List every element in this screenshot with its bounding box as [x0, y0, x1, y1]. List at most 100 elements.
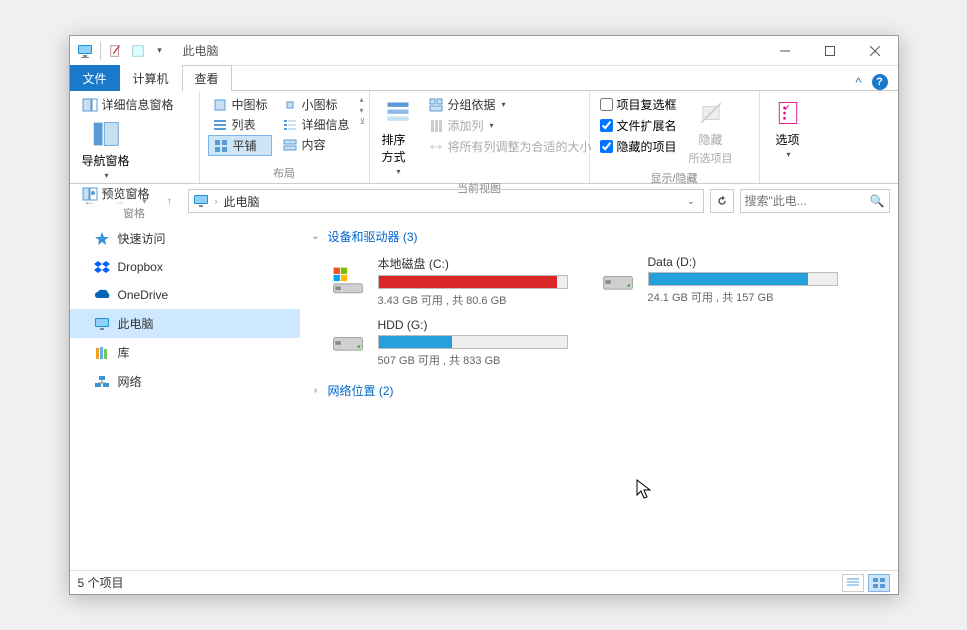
content-icon	[282, 137, 298, 153]
divider	[100, 42, 101, 60]
options-button[interactable]: 选项 ▾	[768, 95, 808, 161]
quick-access-toolbar: ▾	[70, 42, 169, 60]
sidebar-item-dropbox[interactable]: Dropbox	[70, 253, 300, 281]
chevron-down-icon[interactable]: ⌄	[687, 196, 695, 207]
properties-icon[interactable]	[107, 42, 125, 60]
drive-icon	[328, 255, 368, 308]
chevron-right-icon[interactable]: ›	[215, 196, 218, 206]
checkbox[interactable]	[600, 119, 613, 132]
details-pane-button[interactable]: 详细信息窗格	[78, 95, 178, 114]
qat-blank[interactable]	[129, 42, 147, 60]
drive-icon	[328, 318, 368, 368]
tiles-button[interactable]: 平铺	[208, 135, 272, 156]
chevron-right-icon[interactable]: ›	[310, 385, 322, 396]
drive-item[interactable]: HDD (G:)507 GB 可用 , 共 833 GB	[328, 318, 578, 368]
item-checkboxes-toggle[interactable]: 项目复选框	[598, 95, 679, 114]
collapse-ribbon-icon[interactable]: ^	[855, 75, 861, 90]
search-box[interactable]: 🔍	[740, 189, 890, 213]
navigation-pane-button[interactable]: 导航窗格 ▾	[78, 116, 134, 182]
explorer-window: ▾ 此电脑 文件 计算机 查看 ^ ? 详细信息窗格	[69, 35, 899, 595]
section-network-locations[interactable]: › 网络位置 (2)	[310, 378, 888, 403]
close-button[interactable]	[853, 36, 898, 66]
network-icon	[94, 374, 110, 390]
drive-icon	[598, 255, 638, 308]
recent-locations-button[interactable]: ▾	[138, 189, 152, 213]
group-by-button[interactable]: 分组依据▾	[424, 95, 596, 114]
navigation-pane-icon	[90, 118, 122, 150]
this-pc-icon	[193, 193, 209, 209]
group-by-icon	[428, 97, 444, 113]
sidebar-item-network[interactable]: 网络	[70, 367, 300, 396]
section-devices[interactable]: ⌄ 设备和驱动器 (3)	[310, 224, 888, 249]
ribbon-group-panes: 详细信息窗格 导航窗格 ▾ 预览窗格 窗格	[70, 91, 200, 183]
drives-list: 本地磁盘 (C:)3.43 GB 可用 , 共 80.6 GB Data (D:)…	[310, 249, 888, 378]
back-button[interactable]: ←	[78, 189, 102, 213]
chevron-down-icon: ▾	[105, 171, 109, 180]
up-button[interactable]: ↑	[158, 189, 182, 213]
ribbon-tabs: 文件 计算机 查看 ^ ?	[70, 66, 898, 90]
address-bar: ← → ▾ ↑ › 此电脑 ⌄ 🔍	[70, 184, 898, 218]
details-pane-icon	[82, 97, 98, 113]
tab-view[interactable]: 查看	[182, 65, 232, 91]
window-title: 此电脑	[183, 42, 219, 59]
tiles-icon	[213, 138, 229, 154]
drive-stats: 24.1 GB 可用 , 共 157 GB	[648, 289, 848, 305]
scroll-down-icon[interactable]: ▾	[360, 106, 366, 115]
search-icon[interactable]: 🔍	[870, 194, 885, 208]
tab-computer[interactable]: 计算机	[120, 65, 182, 91]
onedrive-icon	[94, 287, 110, 303]
tab-file[interactable]: 文件	[70, 65, 120, 91]
scroll-up-icon[interactable]: ▴	[360, 95, 366, 104]
app-icon	[76, 42, 94, 60]
dropbox-icon	[94, 259, 110, 275]
add-columns-icon	[428, 118, 444, 134]
qat-dropdown-icon[interactable]: ▾	[151, 42, 169, 60]
sidebar-item-libraries[interactable]: 库	[70, 338, 300, 367]
size-columns-button: 将所有列调整为合适的大小	[424, 137, 596, 156]
forward-button[interactable]: →	[108, 189, 132, 213]
details-button[interactable]: 详细信息	[278, 115, 354, 134]
help-icon[interactable]: ?	[872, 74, 888, 90]
ribbon-group-show-hide: 项目复选框 文件扩展名 隐藏的项目 隐藏 所选项目 显示/隐藏	[590, 91, 760, 183]
expand-gallery-icon[interactable]: ⊻	[360, 117, 366, 126]
maximize-button[interactable]	[808, 36, 853, 66]
chevron-down-icon: ▾	[786, 150, 790, 159]
group-label: 布局	[208, 163, 361, 181]
details-view-toggle[interactable]	[842, 574, 864, 592]
hidden-items-toggle[interactable]: 隐藏的项目	[598, 137, 679, 156]
star-icon	[94, 231, 110, 247]
titlebar: ▾ 此电脑	[70, 36, 898, 66]
refresh-button[interactable]	[710, 189, 734, 213]
small-icons-icon	[282, 97, 298, 113]
content-button[interactable]: 内容	[278, 135, 354, 154]
details-icon	[282, 117, 298, 133]
breadcrumb[interactable]: › 此电脑 ⌄	[188, 189, 704, 213]
file-extensions-toggle[interactable]: 文件扩展名	[598, 116, 679, 135]
medium-icons-icon	[212, 97, 228, 113]
tiles-view-toggle[interactable]	[868, 574, 890, 592]
drive-item[interactable]: Data (D:)24.1 GB 可用 , 共 157 GB	[598, 255, 848, 308]
chevron-down-icon: ▾	[502, 100, 506, 109]
ribbon-group-current-view: 排序方式 ▾ 分组依据▾ 添加列▾ 将所有列调整为合适的大小 当前视图	[370, 91, 590, 183]
drive-name: HDD (G:)	[378, 318, 578, 332]
drive-item[interactable]: 本地磁盘 (C:)3.43 GB 可用 , 共 80.6 GB	[328, 255, 578, 308]
ribbon-group-layout: 中图标 列表 平铺 小图标 详细信息 内容 ▴ ▾ ⊻ 布局	[200, 91, 370, 183]
sidebar-item-quick-access[interactable]: 快速访问	[70, 224, 300, 253]
sort-by-button[interactable]: 排序方式 ▾	[378, 95, 418, 178]
minimize-button[interactable]	[763, 36, 808, 66]
hide-icon	[695, 97, 727, 129]
checkbox[interactable]	[600, 98, 613, 111]
sidebar-item-this-pc[interactable]: 此电脑	[70, 309, 300, 338]
list-button[interactable]: 列表	[208, 115, 272, 134]
navigation-tree: 快速访问 Dropbox OneDrive 此电脑 库 网络	[70, 218, 300, 570]
checkbox[interactable]	[600, 140, 613, 153]
breadcrumb-segment[interactable]: 此电脑	[224, 193, 260, 210]
sidebar-item-onedrive[interactable]: OneDrive	[70, 281, 300, 309]
size-columns-icon	[428, 139, 444, 155]
medium-icons-button[interactable]: 中图标	[208, 95, 272, 114]
small-icons-button[interactable]: 小图标	[278, 95, 354, 114]
add-columns-button: 添加列▾	[424, 116, 596, 135]
chevron-down-icon[interactable]: ⌄	[310, 231, 322, 242]
sort-icon	[382, 97, 414, 129]
search-input[interactable]	[745, 194, 866, 208]
